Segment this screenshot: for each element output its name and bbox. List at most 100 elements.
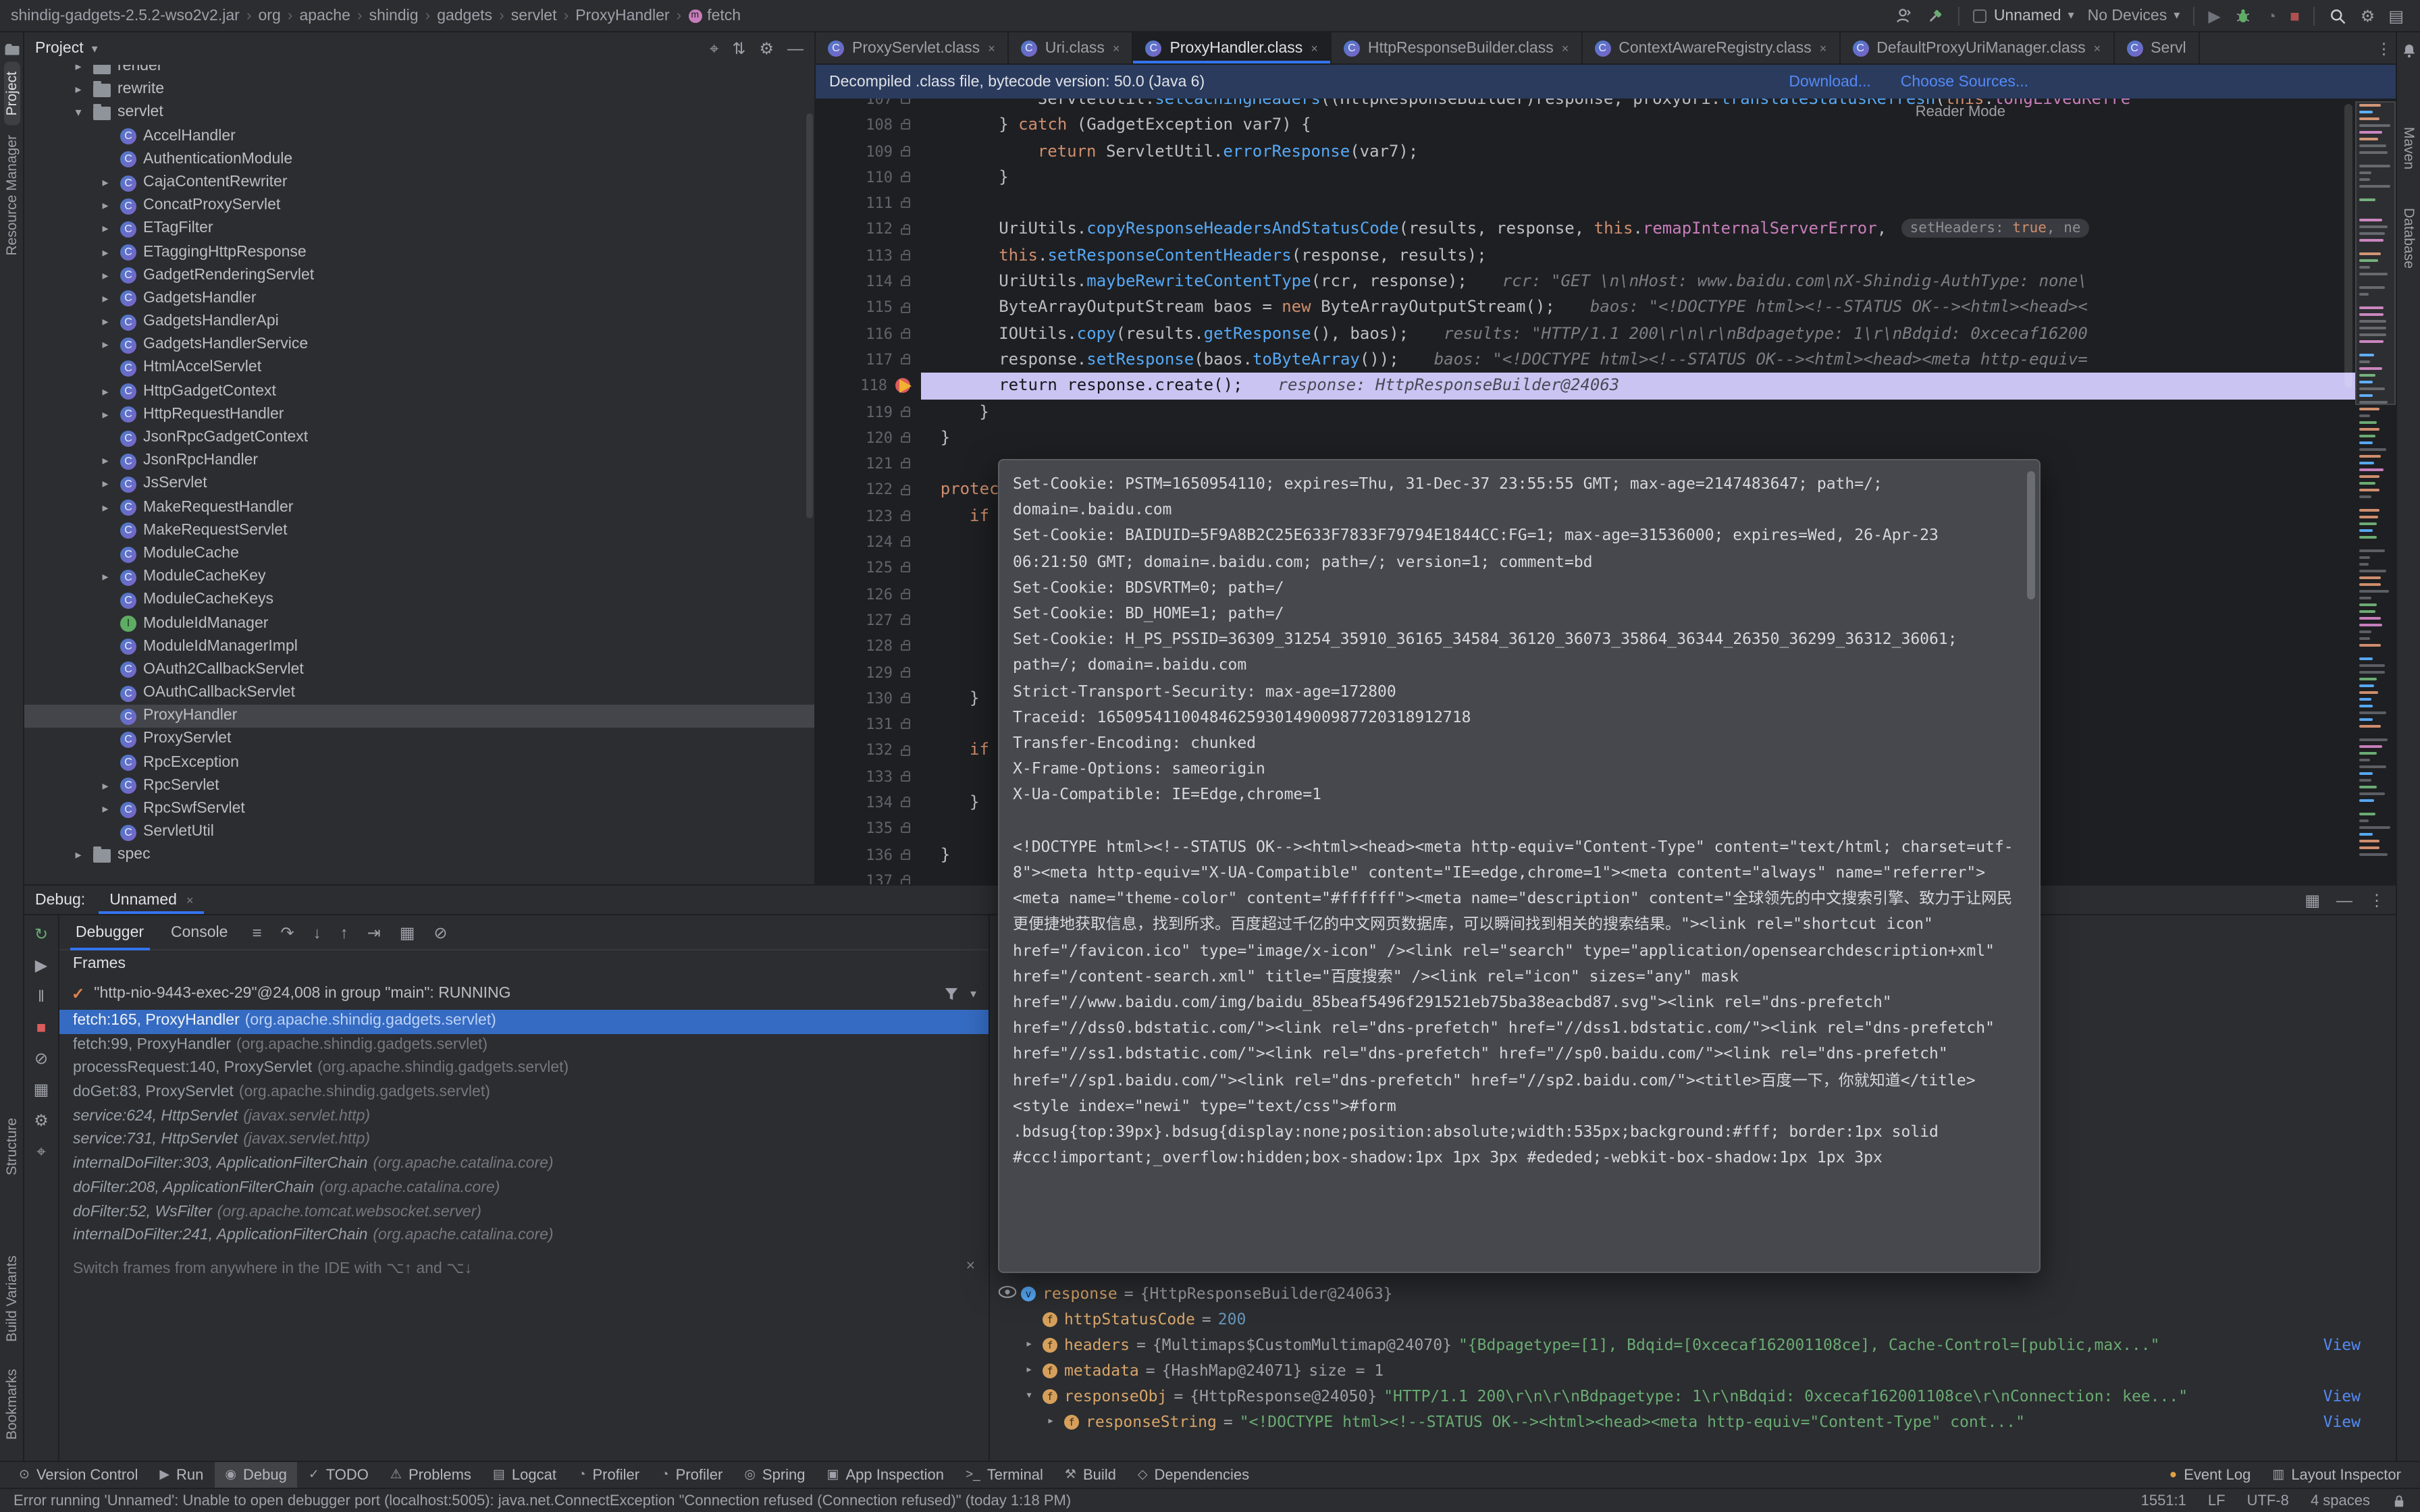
editor-tab[interactable]: CContextAwareRegistry.class× <box>1582 32 1840 63</box>
chevron-icon[interactable]: ▸ <box>70 844 86 867</box>
tree-item[interactable]: ▸CGadgetsHandler <box>24 288 814 310</box>
project-scrollbar[interactable] <box>806 113 813 518</box>
close-icon[interactable]: × <box>988 41 995 55</box>
reader-mode-label[interactable]: Reader Mode <box>1916 104 2005 120</box>
chevron-icon[interactable]: ▸ <box>97 334 113 357</box>
close-icon[interactable]: × <box>1562 41 1569 55</box>
view-link[interactable]: View <box>2323 1384 2361 1409</box>
stop-icon[interactable]: ■ <box>36 1019 47 1035</box>
dismiss-hint-icon[interactable]: × <box>966 1258 975 1277</box>
chevron-icon[interactable]: ▸ <box>1022 1332 1036 1358</box>
tree-item[interactable]: ▸CGadgetsHandlerService <box>24 334 814 357</box>
stack-frame[interactable]: doFilter:208, ApplicationFilterChain(org… <box>59 1177 989 1201</box>
tree-item[interactable]: CProxyServlet <box>24 728 814 751</box>
close-icon[interactable]: × <box>1311 41 1318 55</box>
variable-row[interactable]: ▾vresponse = {HttpResponseBuilder@24063} <box>990 1281 2396 1307</box>
breadcrumb-item[interactable]: shindig-gadgets-2.5.2-wso2v2.jar <box>11 7 240 24</box>
toolwindow-tab-event-log[interactable]: ●Event Log <box>2159 1467 2262 1483</box>
layout-settings-icon[interactable]: ▦ <box>2305 890 2320 909</box>
editor-tab[interactable]: CServl <box>2114 32 2199 63</box>
step-out-icon[interactable]: ↑ <box>340 923 348 942</box>
sidebar-tab-resource-manager[interactable]: Resource Manager <box>3 125 20 265</box>
sidebar-tab-bookmarks[interactable]: Bookmarks <box>3 1360 20 1450</box>
stack-frame[interactable]: fetch:99, ProxyHandler(org.apache.shindi… <box>59 1033 989 1057</box>
toolwindow-tab-debug[interactable]: ◉Debug <box>214 1462 297 1488</box>
editor-tab[interactable]: CProxyServlet.class× <box>816 32 1009 63</box>
toolwindow-tab-problems[interactable]: ⚠Problems <box>379 1462 482 1488</box>
tree-item[interactable]: CAuthenticationModule <box>24 148 814 171</box>
tree-item[interactable]: ▸CHttpGadgetContext <box>24 380 814 403</box>
toolwindow-tab-profiler[interactable]: ◔Profiler <box>567 1462 650 1488</box>
tree-item[interactable]: ▸CModuleCacheKey <box>24 566 814 589</box>
chevron-icon[interactable]: ▸ <box>97 404 113 427</box>
tree-item[interactable]: ▸CRpcSwfServlet <box>24 798 814 821</box>
editor-tab[interactable]: CHttpResponseBuilder.class× <box>1332 32 1582 63</box>
device-selector[interactable]: No Devices ▾ <box>2088 7 2180 24</box>
step-into-icon[interactable]: ↓ <box>313 923 321 942</box>
tree-item[interactable]: CJsonRpcGadgetContext <box>24 427 814 450</box>
hide-panel-icon[interactable]: — <box>787 38 804 59</box>
settings-icon[interactable]: ⚙ <box>759 38 774 59</box>
toolwindow-tab-dependencies[interactable]: ◇Dependencies <box>1127 1462 1260 1488</box>
tree-item[interactable]: ▸CHttpRequestHandler <box>24 404 814 427</box>
tree-item[interactable]: ▸CETaggingHttpResponse <box>24 241 814 264</box>
chevron-icon[interactable]: ▸ <box>97 264 113 287</box>
sidebar-tab-maven[interactable]: Maven <box>2400 117 2417 179</box>
run-configuration-selector[interactable]: Unnamed ▾ <box>1974 7 2074 24</box>
debug-session-tab[interactable]: Unnamed × <box>99 886 204 914</box>
tree-item[interactable]: CModuleCacheKeys <box>24 589 814 612</box>
tab-console[interactable]: Console <box>165 915 233 950</box>
tool-windows-icon[interactable]: ▤ <box>2388 7 2404 24</box>
tree-item[interactable]: CModuleIdManagerImpl <box>24 635 814 658</box>
tree-item[interactable]: ▸CRpcServlet <box>24 775 814 798</box>
breadcrumb-item[interactable]: gadgets <box>437 7 492 24</box>
chevron-icon[interactable]: ▸ <box>97 473 113 496</box>
toolwindow-tab-todo[interactable]: ✓TODO <box>298 1462 379 1488</box>
tree-item[interactable]: ▸rewrite <box>24 78 814 101</box>
tree-item[interactable]: CHtmlAccelServlet <box>24 357 814 380</box>
variable-row[interactable]: ▸fmetadata = {HashMap@24071} size = 1 <box>990 1358 2396 1384</box>
tree-item[interactable]: CServletUtil <box>24 821 814 844</box>
tree-item[interactable]: CProxyHandler <box>24 705 814 728</box>
filter-funnel-icon[interactable] <box>945 986 959 1001</box>
stack-frame[interactable]: doFilter:52, WsFilter(org.apache.tomcat.… <box>59 1201 989 1224</box>
chevron-icon[interactable]: ▸ <box>70 65 86 78</box>
caret-position[interactable]: 1551:1 <box>2141 1492 2186 1509</box>
breadcrumb-item[interactable]: mfetch <box>688 7 741 24</box>
close-icon[interactable]: × <box>1113 41 1120 55</box>
search-everywhere-icon[interactable] <box>2328 6 2347 25</box>
tree-item[interactable]: ▸CETagFilter <box>24 218 814 241</box>
tree-item[interactable]: ▸CJsonRpcHandler <box>24 450 814 473</box>
chevron-icon[interactable]: ▸ <box>97 310 113 333</box>
settings-gear-icon[interactable]: ⚙ <box>2361 7 2375 24</box>
toolwindow-tab-terminal[interactable]: >_Terminal <box>955 1462 1054 1488</box>
pin-icon[interactable]: ⌖ <box>36 1143 46 1160</box>
toolwindow-tab-run[interactable]: ▶Run <box>149 1462 214 1488</box>
chevron-icon[interactable]: ▸ <box>1044 1409 1057 1435</box>
chevron-icon[interactable]: ▾ <box>70 102 86 125</box>
chevron-icon[interactable]: ▸ <box>97 194 113 217</box>
tooltip-scrollbar[interactable] <box>2027 471 2035 599</box>
locate-icon[interactable]: ⌖ <box>710 38 719 59</box>
variable-row[interactable]: ▸fheaders = {Multimaps$CustomMultimap@24… <box>990 1332 2396 1358</box>
toolwindow-tab-profiler[interactable]: ◔Profiler <box>650 1462 733 1488</box>
view-link[interactable]: View <box>2323 1332 2361 1358</box>
toolwindow-tab-logcat[interactable]: ▤Logcat <box>482 1462 567 1488</box>
chevron-icon[interactable]: ▸ <box>97 218 113 241</box>
pause-icon[interactable]: ‖ <box>38 988 45 1004</box>
stop-button[interactable]: ■ <box>2290 7 2300 24</box>
debug-bug-icon[interactable] <box>2234 6 2253 25</box>
tree-item[interactable]: ▸CConcatProxyServlet <box>24 194 814 217</box>
chevron-icon[interactable]: ▸ <box>1022 1358 1036 1384</box>
toolwindow-tab-app-inspection[interactable]: ▣App Inspection <box>816 1462 955 1488</box>
toolwindow-tab-layout-inspector[interactable]: ▥Layout Inspector <box>2261 1467 2412 1483</box>
chevron-icon[interactable]: ▸ <box>97 288 113 310</box>
tree-item[interactable]: ▾servlet <box>24 102 814 125</box>
chevron-icon[interactable]: ▸ <box>97 450 113 473</box>
editor-tab[interactable]: CDefaultProxyUriManager.class× <box>1840 32 2114 63</box>
mute-breakpoints-icon[interactable]: ⊘ <box>433 923 447 942</box>
rerun-icon[interactable]: ↻ <box>34 926 48 942</box>
sidebar-tab-database[interactable]: Database <box>2400 198 2417 277</box>
chevron-icon[interactable]: ▸ <box>97 171 113 194</box>
tree-item[interactable]: ▸render <box>24 65 814 78</box>
